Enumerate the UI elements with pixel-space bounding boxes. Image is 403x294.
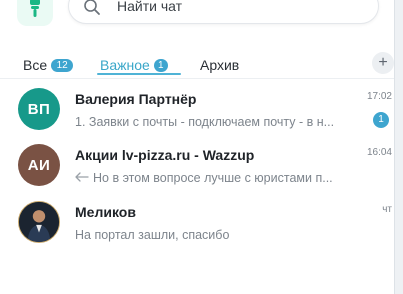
tab-important-label: Важное: [100, 57, 150, 73]
chat-list-item[interactable]: Меликов чт На портал зашли, спасибо: [0, 195, 394, 252]
search-box[interactable]: [68, 0, 379, 24]
chat-preview: На портал зашли, спасибо: [75, 228, 230, 242]
scrollbar-track[interactable]: [394, 0, 403, 294]
tab-all-count-badge: 12: [51, 58, 74, 72]
logo-icon: [30, 0, 40, 17]
chat-name: Валерия Партнёр: [75, 91, 197, 107]
chat-name: Акции lv-pizza.ru - Wazzup: [75, 147, 255, 163]
tab-all[interactable]: Все 12: [23, 53, 74, 77]
avatar: АИ: [18, 144, 60, 186]
avatar-photo: [18, 201, 60, 243]
chat-preview: Но в этом вопросе лучше с юристами п...: [75, 171, 360, 185]
tab-archive[interactable]: Архив: [200, 53, 239, 77]
tabs-divider: [0, 78, 394, 79]
search-input[interactable]: [117, 0, 357, 18]
chat-name: Меликов: [75, 204, 136, 220]
chat-time: 17:02: [366, 91, 392, 102]
add-tab-button[interactable]: +: [372, 52, 394, 74]
chat-time: 16:04: [366, 147, 392, 158]
chat-preview-text: Но в этом вопросе лучше с юристами п...: [93, 171, 333, 185]
person-photo-icon: [19, 202, 59, 242]
search-icon: [84, 0, 100, 15]
avatar-initials: ВП: [27, 100, 51, 118]
chat-list-item[interactable]: ВП Валерия Партнёр 17:02 1. Заявки с поч…: [0, 82, 394, 139]
chat-time: чт: [382, 204, 392, 215]
tab-archive-label: Архив: [200, 57, 240, 73]
active-tab-indicator: [97, 73, 181, 75]
tab-important-count-badge: 1: [153, 58, 168, 72]
chat-preview: 1. Заявки с почты - подключаем почту - в…: [75, 115, 335, 129]
tab-all-label: Все: [23, 57, 48, 73]
unread-badge: 1: [373, 112, 389, 128]
avatar-initials: АИ: [27, 156, 51, 174]
chat-tabs: Все 12 Важное 1 Архив: [0, 48, 394, 78]
top-bar: [0, 0, 394, 42]
avatar: ВП: [18, 88, 60, 130]
reply-arrow-icon: [75, 172, 89, 182]
app-logo[interactable]: [17, 0, 53, 26]
chat-list-item[interactable]: АИ Акции lv-pizza.ru - Wazzup 16:04 Но в…: [0, 138, 394, 195]
